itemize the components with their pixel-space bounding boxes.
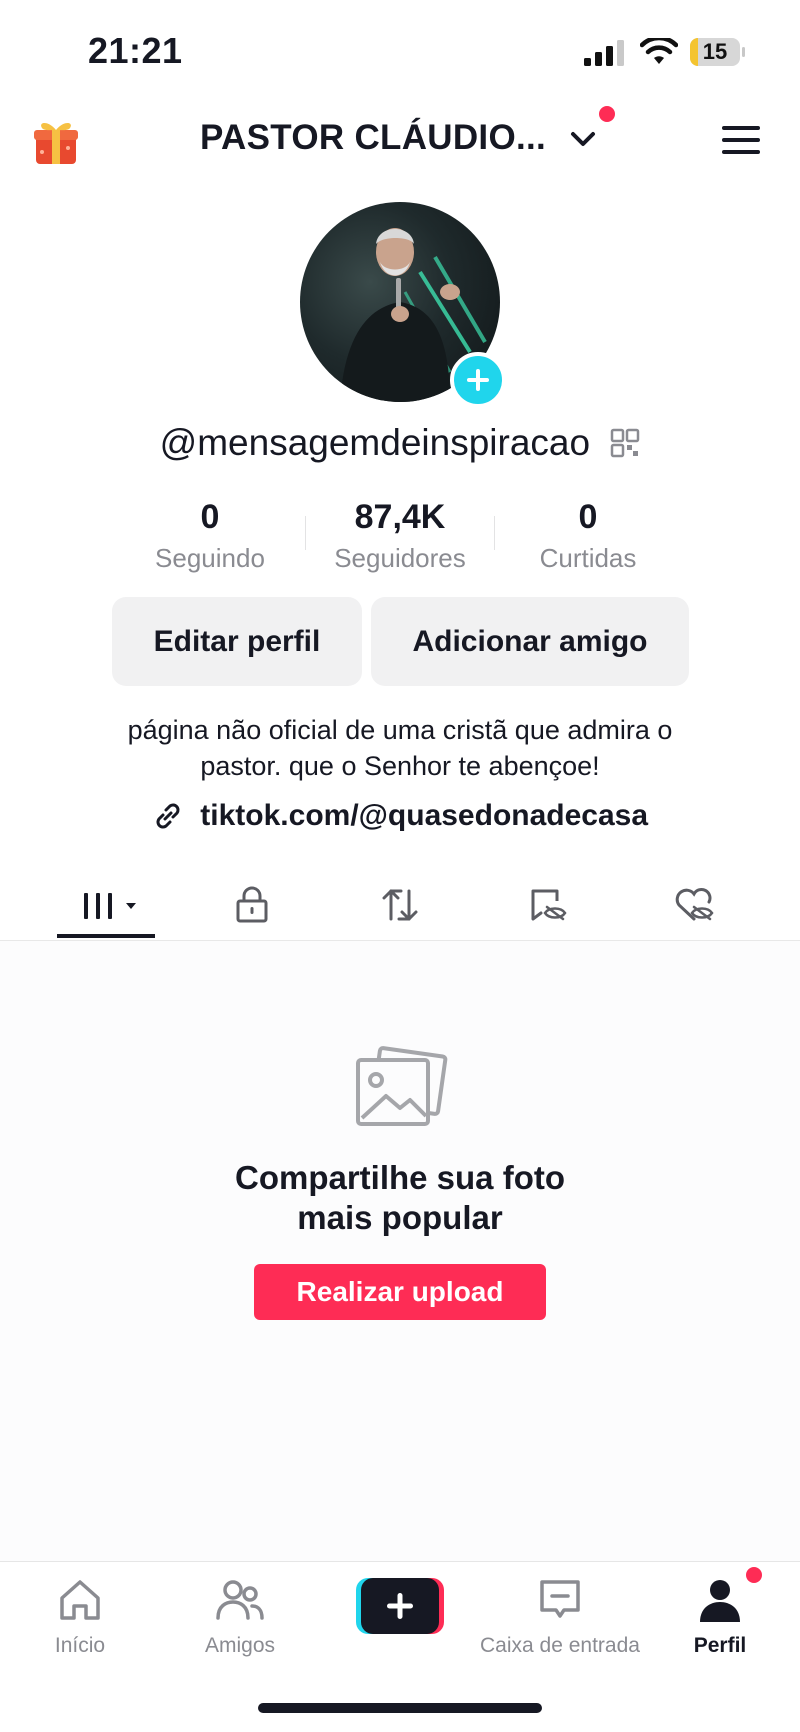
edit-profile-button[interactable]: Editar perfil [112,597,362,686]
hamburger-menu-icon[interactable] [720,122,762,158]
tab-favorites[interactable] [499,872,597,938]
wifi-icon [640,38,678,64]
stat-following-label: Seguindo [155,543,265,573]
stat-followers[interactable]: 87,4K Seguidores [310,498,490,574]
stat-followers-label: Seguidores [334,543,466,573]
photos-icon [356,1046,448,1126]
nav-friends-label: Amigos [204,1634,276,1657]
notification-dot [599,106,615,122]
lock-icon [236,886,268,923]
stat-divider [305,516,306,550]
inbox-icon [540,1580,580,1618]
battery-indicator: 15 [690,38,746,68]
profile-link-text: tiktok.com/@quasedonadecasa [200,799,649,833]
bio-line: pastor. que o Senhor te abençoe! [200,751,600,781]
tab-liked[interactable] [645,872,743,938]
tab-reposts[interactable] [351,872,449,938]
add-avatar-button[interactable] [450,352,506,408]
stat-followers-value: 87,4K [354,498,446,536]
nav-profile-label: Perfil [693,1634,747,1657]
active-tab-indicator [57,934,155,938]
create-plus-icon[interactable] [356,1578,444,1634]
empty-state-title-line: Compartilhe sua foto [234,1159,566,1196]
nav-profile[interactable]: Perfil [645,1574,795,1658]
stat-following-value: 0 [200,498,220,536]
home-indicator [258,1703,542,1713]
profile-link[interactable]: tiktok.com/@quasedonadecasa [0,798,800,833]
username-row: @mensagemdeinspiracao [0,420,800,464]
content-area [0,941,800,1561]
link-icon [156,803,180,829]
grid-videos-icon [84,893,136,919]
stat-divider [494,516,495,550]
nav-home-label: Início [54,1634,106,1657]
status-time: 21:21 [88,30,183,71]
repost-icon [382,889,418,921]
upload-button[interactable]: Realizar upload [254,1264,546,1320]
empty-state-title: Compartilhe sua foto mais popular [0,1158,800,1238]
profile-icon [700,1580,740,1622]
stat-likes[interactable]: 0 Curtidas [498,498,678,574]
hidden-liked-icon [675,888,714,921]
username: @mensagemdeinspiracao [159,422,591,464]
cellular-signal-icon [584,40,624,66]
bio: página não oficial de uma cristã que adm… [0,712,800,784]
nav-inbox-label: Caixa de entrada [480,1634,640,1657]
stat-likes-value: 0 [578,498,598,536]
empty-state-title-line: mais popular [297,1199,503,1236]
add-friend-button[interactable]: Adicionar amigo [371,597,689,686]
plus-icon [467,369,489,391]
nav-friends[interactable]: Amigos [165,1574,315,1658]
chevron-down-icon[interactable] [568,124,598,154]
qr-code-icon[interactable] [610,428,640,458]
nav-inbox[interactable]: Caixa de entrada [480,1574,640,1658]
tab-private[interactable] [203,872,301,938]
hidden-favorites-icon [531,889,567,921]
friends-icon [216,1580,264,1620]
gift-icon[interactable] [30,116,82,168]
stat-following[interactable]: 0 Seguindo [120,498,300,574]
nav-home[interactable]: Início [5,1574,155,1658]
battery-level: 15 [702,39,728,64]
tab-videos[interactable] [57,872,155,938]
stat-likes-label: Curtidas [539,543,637,573]
bio-line: página não oficial de uma cristã que adm… [127,715,673,745]
profile-name-title[interactable]: PASTOR CLÁUDIO... [200,118,546,158]
profile-notification-dot [746,1567,762,1583]
home-icon [60,1580,100,1620]
